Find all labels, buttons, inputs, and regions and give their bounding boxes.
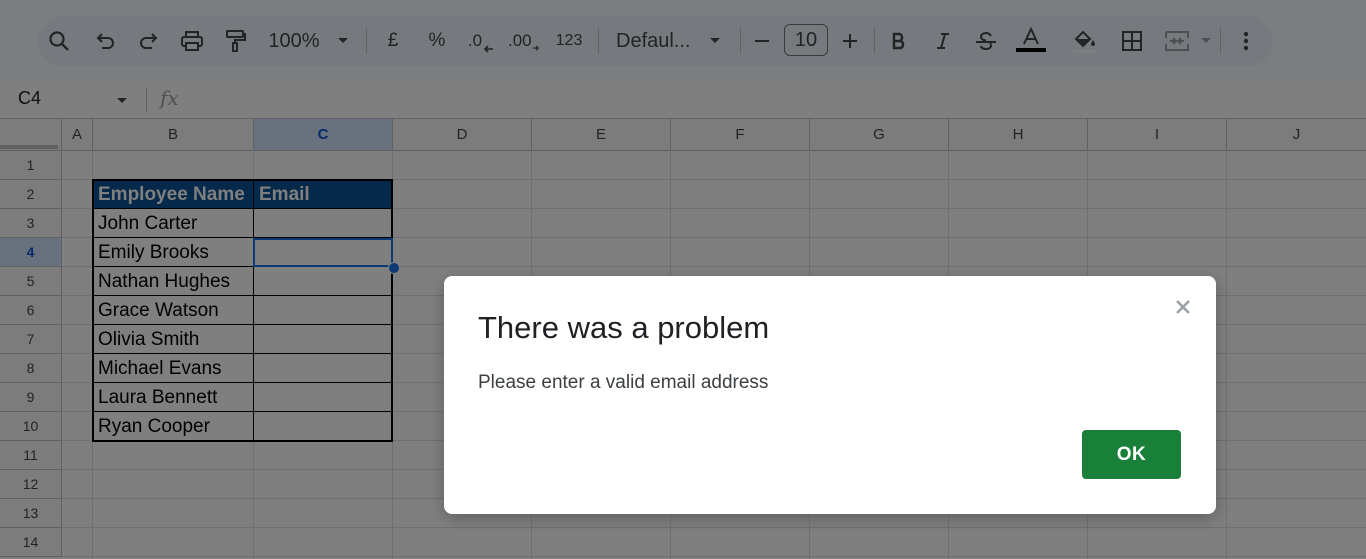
ok-button[interactable]: OK <box>1082 430 1181 479</box>
dialog-message: Please enter a valid email address <box>478 372 769 393</box>
close-icon[interactable] <box>1172 296 1194 318</box>
dialog-title: There was a problem <box>478 310 770 345</box>
error-dialog: There was a problem Please enter a valid… <box>444 276 1216 514</box>
